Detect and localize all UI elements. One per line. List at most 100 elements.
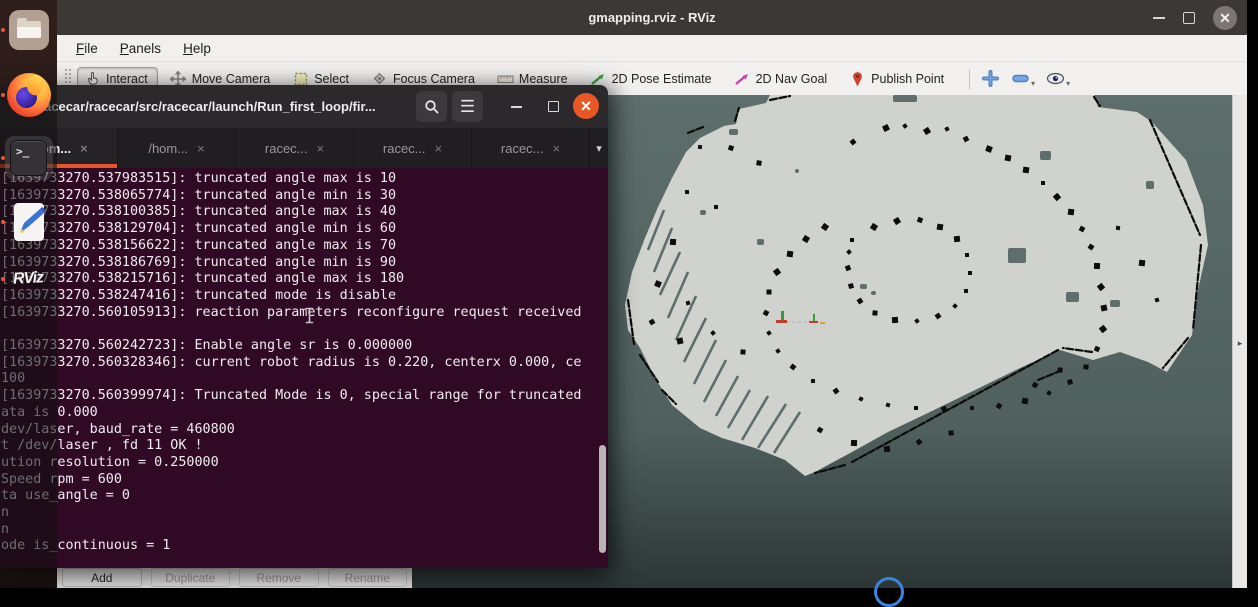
tab-list-dropdown-icon[interactable]: ▾: [590, 128, 608, 168]
dock-item-terminal[interactable]: >_: [0, 136, 57, 180]
search-icon[interactable]: [416, 91, 447, 122]
panel-expander-icon[interactable]: ▸: [1238, 338, 1243, 349]
text-cursor-pointer: [305, 307, 314, 329]
action-eye-button[interactable]: ▾: [1045, 69, 1070, 89]
add-button[interactable]: Add: [62, 568, 142, 587]
tab-close-icon[interactable]: ×: [435, 141, 443, 156]
tool-label: Interact: [106, 72, 148, 86]
dropdown-caret-icon[interactable]: ▾: [1066, 79, 1070, 88]
close-icon[interactable]: ✕: [1213, 6, 1237, 30]
terminal-line-11: [1639733270.560328346]: current robot ra…: [1, 355, 608, 372]
terminal-icon: >_: [10, 140, 47, 176]
terminal-line-5: [1639733270.538186769]: truncated angle …: [1, 255, 608, 272]
maximize-icon[interactable]: [1183, 12, 1195, 24]
tool-label: 2D Nav Goal: [756, 72, 828, 86]
tab-close-icon[interactable]: ×: [197, 141, 205, 156]
dock-item-files[interactable]: [0, 10, 57, 50]
terminal-line-1: [1639733270.538065774]: truncated angle …: [1, 188, 608, 205]
terminal-tabbar: /hom...×/hom...×racec...×racec...×racec.…: [0, 128, 608, 168]
terminal-tab-4[interactable]: racec... ×: [472, 128, 590, 168]
terminal-title: acecar/racecar/src/racecar/launch/Run_fi…: [44, 85, 376, 128]
terminal-line-13: [1639733270.560399974]: Truncated Mode i…: [1, 388, 608, 405]
tool-label: Measure: [519, 72, 568, 86]
dock-item-firefox[interactable]: [0, 73, 57, 117]
tab-close-icon[interactable]: ×: [317, 141, 325, 156]
minus-icon: [1010, 69, 1030, 89]
tab-label: racec...: [383, 141, 426, 156]
terminal-close-icon[interactable]: ✕: [573, 93, 599, 119]
terminal-line-14: ata is 0.000: [1, 405, 608, 422]
text-editor-icon: [10, 201, 48, 243]
tab-close-icon[interactable]: ×: [80, 141, 88, 156]
firefox-icon: [7, 73, 51, 117]
terminal-line-10: [1639733270.560242723]: Enable angle sr …: [1, 338, 608, 355]
tool-publish-point[interactable]: Publish Point: [842, 67, 954, 91]
tool-label: 2D Pose Estimate: [612, 72, 712, 86]
ubuntu-dock: >_ RViz: [0, 0, 57, 588]
terminal-scrollbar[interactable]: [599, 445, 606, 553]
terminal-line-21: n: [1, 522, 608, 539]
terminal-titlebar[interactable]: acecar/racecar/src/racecar/launch/Run_fi…: [0, 85, 608, 129]
running-indicator-dot: [1, 277, 5, 281]
terminal-line-19: ta use_angle = 0: [1, 488, 608, 505]
minimize-icon[interactable]: [1153, 17, 1165, 19]
toolbar-actions: ▾▾: [980, 69, 1080, 89]
eye-icon: [1045, 69, 1065, 89]
terminal-tab-1[interactable]: /hom... ×: [118, 128, 236, 168]
dropdown-caret-icon[interactable]: ▾: [1031, 79, 1035, 88]
dock-item-rviz[interactable]: RViz: [0, 270, 57, 288]
running-indicator-dot: [1, 93, 5, 97]
terminal-line-2: [1639733270.538100385]: truncated angle …: [1, 204, 608, 221]
terminal-line-17: ution resolution = 0.250000: [1, 455, 608, 472]
terminal-line-18: Speed rpm = 600: [1, 472, 608, 489]
displays-panel-buttons: Add Duplicate Remove Rename: [57, 565, 412, 588]
running-indicator-dot: [1, 28, 5, 32]
action-plus-button[interactable]: [980, 69, 1000, 89]
hamburger-menu-icon[interactable]: ☰: [452, 91, 483, 122]
action-minus-button[interactable]: ▾: [1010, 69, 1035, 89]
terminal-output[interactable]: [1639733270.537983515]: truncated angle …: [0, 168, 608, 568]
terminal-line-16: t /dev/laser , fd 11 OK !: [1, 438, 608, 455]
tool-label: Select: [314, 72, 349, 86]
tab-close-icon[interactable]: ×: [553, 141, 561, 156]
toolbar-separator: [969, 69, 970, 89]
terminal-line-6: [1639733270.538215716]: truncated angle …: [1, 271, 608, 288]
terminal-line-7: [1639733270.538247416]: truncated mode i…: [1, 288, 608, 305]
tool-2d-nav-goal[interactable]: 2D Nav Goal: [727, 67, 838, 91]
duplicate-button[interactable]: Duplicate: [151, 568, 231, 587]
rviz-logo: RViz: [13, 269, 44, 289]
menu-panels[interactable]: Panels: [111, 38, 170, 59]
rviz-titlebar[interactable]: gmapping.rviz - RViz ✕: [57, 0, 1247, 35]
terminal-line-12: 100: [1, 371, 608, 388]
rviz-window-title: gmapping.rviz - RViz: [57, 10, 1247, 25]
terminal-line-22: ode is_continuous = 1: [1, 538, 608, 555]
focused-app-halo: >_: [5, 136, 53, 180]
terminal-tab-2[interactable]: racec... ×: [236, 128, 354, 168]
tab-label: /hom...: [148, 141, 188, 156]
tool-label: Move Camera: [192, 72, 271, 86]
running-indicator-dot: [1, 220, 5, 224]
terminal-tab-3[interactable]: racec... ×: [354, 128, 472, 168]
terminal-maximize-icon[interactable]: [545, 85, 561, 128]
terminal-line-3: [1639733270.538129704]: truncated angle …: [1, 221, 608, 238]
rviz-menubar: File Panels Help: [57, 35, 1247, 62]
tab-label: racec...: [501, 141, 544, 156]
side-panel-collapsed-strip[interactable]: ▸: [1232, 95, 1247, 588]
magenta-arrow-icon: [734, 71, 751, 87]
map-pin-icon: [849, 71, 866, 87]
menu-file[interactable]: File: [67, 38, 107, 59]
files-icon: [9, 10, 49, 50]
remove-button[interactable]: Remove: [239, 568, 319, 587]
tool-label: Publish Point: [871, 72, 944, 86]
dock-item-text-editor[interactable]: [0, 201, 57, 243]
plus-icon: [980, 69, 1000, 89]
tool-label: Focus Camera: [393, 72, 475, 86]
rename-button[interactable]: Rename: [328, 568, 408, 587]
terminal-line-0: [1639733270.537983515]: truncated angle …: [1, 171, 608, 188]
loading-spinner-arc: [874, 577, 904, 607]
terminal-line-4: [1639733270.538156622]: truncated angle …: [1, 238, 608, 255]
terminal-line-20: n: [1, 505, 608, 522]
terminal-minimize-icon[interactable]: [508, 85, 524, 128]
menu-help[interactable]: Help: [174, 38, 220, 59]
tab-label: racec...: [265, 141, 308, 156]
